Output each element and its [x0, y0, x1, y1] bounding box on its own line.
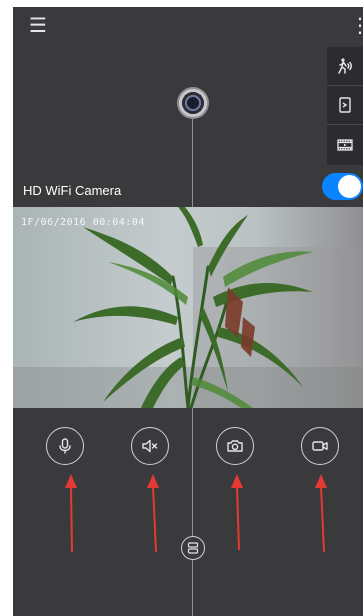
film-icon[interactable]	[327, 125, 363, 164]
sd-card-icon[interactable]	[327, 86, 363, 125]
annotation-arrow	[315, 474, 327, 552]
camera-lens-icon	[177, 87, 209, 119]
motion-detection-icon[interactable]	[327, 47, 363, 86]
video-record-icon	[312, 441, 328, 451]
snapshot-button[interactable]	[216, 427, 254, 465]
camera-name: HD WiFi Camera	[23, 183, 122, 198]
microphone-button[interactable]	[46, 427, 84, 465]
annotation-arrow	[65, 474, 77, 552]
microphone-icon	[59, 438, 71, 454]
toggle-knob	[338, 175, 361, 198]
mute-button[interactable]	[131, 427, 169, 465]
speaker-mute-icon	[142, 439, 158, 453]
split-view-icon[interactable]	[181, 536, 205, 560]
plant-image	[13, 207, 363, 408]
camera-toggle[interactable]	[322, 173, 363, 200]
annotation-arrow	[231, 474, 243, 551]
side-toolbar	[327, 47, 363, 165]
annotation-arrow	[147, 474, 159, 552]
menu-icon[interactable]: ☰	[27, 15, 49, 37]
record-button[interactable]	[301, 427, 339, 465]
camera-icon	[227, 440, 243, 452]
video-timestamp: 1F/06/2016 00:04:04	[21, 217, 145, 228]
video-feed[interactable]: 1F/06/2016 00:04:04	[13, 207, 363, 408]
more-vertical-icon[interactable]: ⋮	[350, 15, 363, 37]
